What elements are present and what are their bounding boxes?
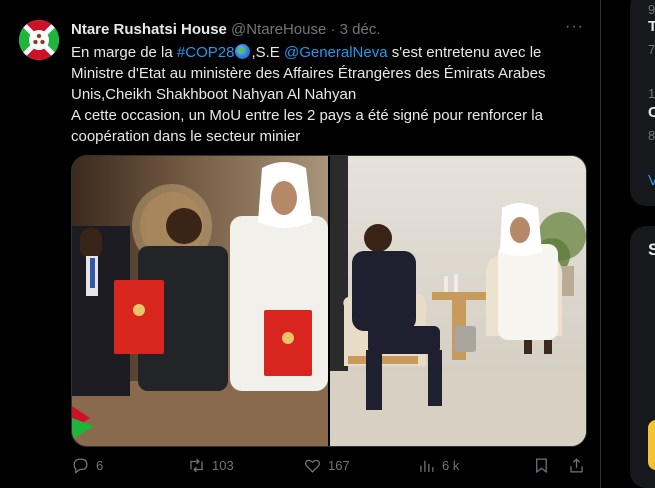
separator: ·	[330, 21, 336, 38]
sidebar-fragment: 7	[648, 42, 655, 57]
view-count: 6 k	[442, 458, 460, 473]
mention-link[interactable]: @GeneralNeva	[284, 44, 388, 61]
share-icon	[570, 458, 583, 473]
like-button[interactable]: 167	[303, 456, 350, 475]
bookmark-button[interactable]	[532, 456, 551, 475]
bookmark-icon	[536, 458, 547, 474]
photo-meeting-armchairs[interactable]	[330, 156, 586, 446]
tweet-text: En marge de la #COP28 ,S.E @GeneralNeva s…	[71, 42, 576, 147]
sidebar-fragment[interactable]: C	[648, 104, 655, 121]
cop28-globe-icon	[235, 44, 251, 59]
more-horizontal-icon[interactable]: ···	[565, 18, 584, 36]
handle[interactable]: @NtareHouse	[231, 21, 326, 38]
avatar[interactable]	[19, 20, 59, 60]
tweet-date[interactable]: 3 déc.	[340, 21, 381, 38]
hashtag-link[interactable]: #COP28	[177, 44, 235, 61]
like-count: 167	[328, 458, 350, 473]
timeline-view: Ntare Rushatsi House @NtareHouse · 3 déc…	[0, 0, 655, 488]
media-grid	[71, 155, 587, 447]
reply-icon	[73, 458, 88, 474]
tweet-actions: 6 103 167 6 k	[71, 456, 585, 478]
share-button[interactable]	[567, 456, 586, 475]
sidebar-fragment: 1	[648, 86, 655, 101]
reply-count: 6	[96, 458, 104, 473]
sidebar-fragment: 9	[648, 2, 655, 17]
heart-icon	[304, 459, 321, 473]
tweet-header: Ntare Rushatsi House @NtareHouse · 3 déc…	[71, 20, 381, 40]
display-name[interactable]: Ntare Rushatsi House	[71, 21, 227, 38]
suggestion-avatar[interactable]	[648, 420, 655, 470]
tweet-paragraph-2: A cette occasion, un MoU entre les 2 pay…	[71, 107, 543, 145]
sidebar-fragment: S	[648, 240, 655, 259]
reply-button[interactable]: 6	[71, 456, 103, 475]
tweet[interactable]: Ntare Rushatsi House @NtareHouse · 3 déc…	[0, 0, 601, 488]
text-segment: ,S.E	[251, 44, 284, 61]
burundi-flag-avatar	[19, 20, 59, 60]
show-more-link[interactable]: V	[648, 172, 655, 189]
views-button[interactable]: 6 k	[417, 456, 459, 475]
text-segment: En marge de la	[71, 44, 177, 61]
tweet-paragraph-1: En marge de la #COP28 ,S.E @GeneralNeva s…	[71, 42, 576, 105]
retweet-count: 103	[212, 458, 234, 473]
sidebar-fragment: 8	[648, 128, 655, 143]
retweet-icon	[190, 458, 203, 473]
photo-signing-ceremony[interactable]	[72, 156, 328, 446]
analytics-icon	[420, 460, 434, 472]
retweet-button[interactable]: 103	[187, 456, 234, 475]
sidebar-fragment[interactable]: T	[648, 18, 655, 35]
